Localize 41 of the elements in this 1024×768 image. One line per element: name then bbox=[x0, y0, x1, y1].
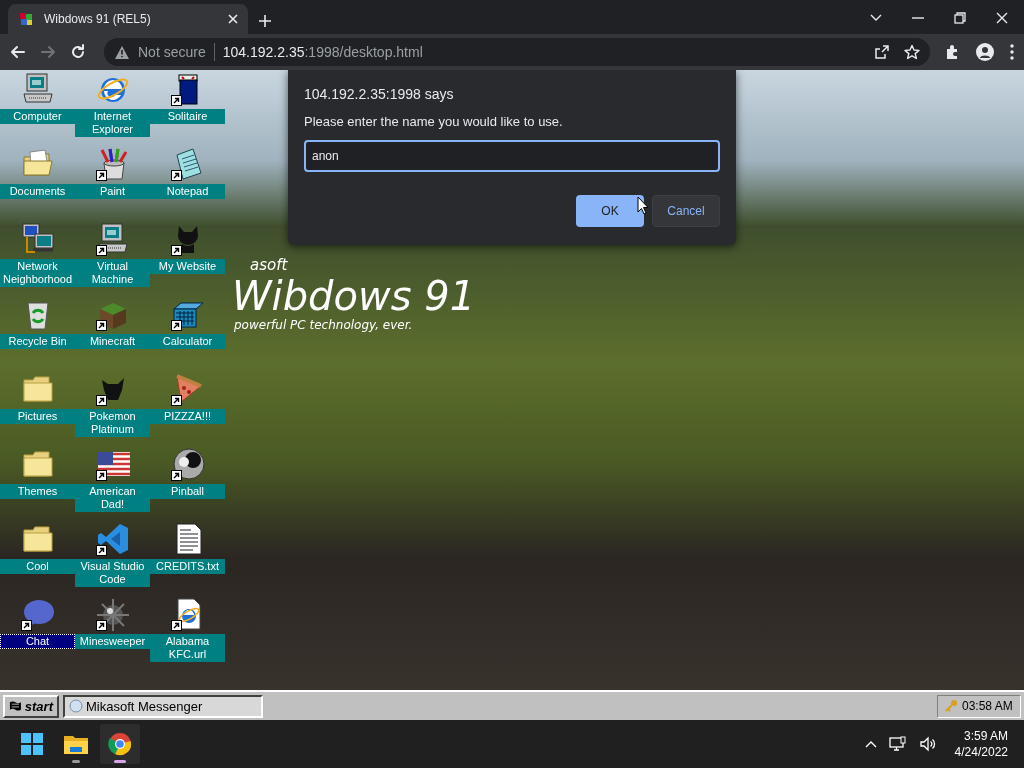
icon-label[interactable]: Minecraft bbox=[75, 334, 150, 349]
icon-label[interactable]: Minesweeper bbox=[75, 634, 150, 649]
dialog-title: 104.192.2.35:1998 says bbox=[304, 86, 455, 102]
ok-button[interactable]: OK bbox=[576, 195, 644, 227]
security-label: Not secure bbox=[138, 44, 206, 60]
taskbar-button[interactable]: Mikasoft Messenger bbox=[63, 694, 263, 718]
icon-label[interactable]: American Dad! bbox=[75, 484, 150, 512]
dialog-message: Please enter the name you would like to use. bbox=[304, 114, 564, 129]
icon-label[interactable]: Cool bbox=[0, 559, 75, 574]
icon-label[interactable]: Calculator bbox=[150, 334, 225, 349]
icon-label[interactable]: Network Neighborhood bbox=[0, 259, 75, 287]
icon-label[interactable]: Notepad bbox=[150, 184, 225, 199]
icon-label[interactable]: Themes bbox=[0, 484, 75, 499]
icon-label[interactable]: Pokemon Platinum bbox=[75, 409, 150, 437]
cancel-button[interactable]: Cancel bbox=[652, 195, 720, 227]
icon-label[interactable]: Documents bbox=[0, 184, 75, 199]
url-text: 104.192.2.35:1998/desktop.html bbox=[222, 44, 423, 60]
address-bar[interactable]: Not secure 104.192.2.35:1998/desktop.html bbox=[104, 38, 930, 66]
icon-label[interactable]: Internet Explorer bbox=[75, 109, 150, 137]
icon-label[interactable]: Solitaire bbox=[150, 109, 225, 124]
icon-label[interactable]: Chat bbox=[0, 634, 75, 649]
browser-tab[interactable]: Wibdows 91 (REL5) bbox=[8, 4, 248, 34]
icon-label[interactable]: CREDITS.txt bbox=[150, 559, 225, 574]
name-input-field[interactable]: anon bbox=[304, 140, 720, 172]
start-button[interactable]: start bbox=[3, 694, 59, 718]
icon-label[interactable]: Pictures bbox=[0, 409, 75, 424]
icon-label[interactable]: Pinball bbox=[150, 484, 225, 499]
icon-label[interactable]: Recycle Bin bbox=[0, 334, 75, 349]
icon-label[interactable]: Virtual Machine bbox=[75, 259, 150, 287]
icon-label[interactable]: My Website bbox=[150, 259, 225, 274]
icon-label[interactable]: Paint bbox=[75, 184, 150, 199]
logo-title: Wibdows 91 bbox=[232, 274, 476, 318]
icon-label[interactable]: PIZZZA!!! bbox=[150, 409, 225, 424]
logo-brand-text: asoft bbox=[250, 256, 288, 274]
logo-tagline: powerful PC technology, ever. bbox=[234, 318, 413, 332]
icon-label[interactable]: Alabama KFC.url bbox=[150, 634, 225, 662]
clock-date: 4/24/2022 bbox=[954, 744, 1008, 760]
icon-label[interactable]: Visual Studio Code bbox=[75, 559, 150, 587]
icon-label[interactable]: Computer bbox=[0, 109, 75, 124]
clock-time: 3:59 AM bbox=[963, 728, 1008, 744]
tray-clock: 03:58 AM bbox=[962, 699, 1013, 713]
